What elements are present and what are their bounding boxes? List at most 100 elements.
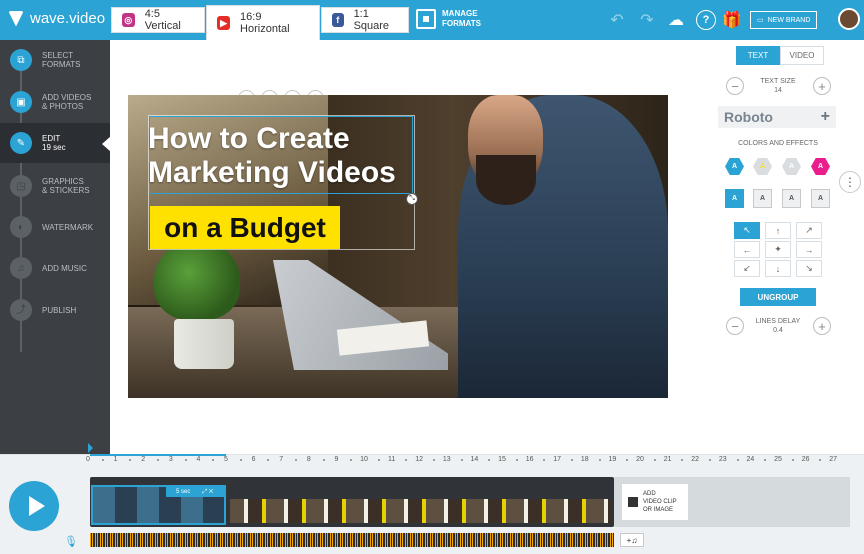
sidebar-item-add-videos[interactable]: ▣ ADD VIDEOS & PHOTOS: [0, 82, 110, 122]
ruler-tick-dot: [295, 459, 297, 461]
font-name: Roboto: [724, 109, 773, 125]
ruler-tick-dot: [212, 459, 215, 461]
microphone-icon[interactable]: 🎙: [64, 535, 78, 550]
sidebar-item-add-music[interactable]: ♫ ADD MUSIC: [0, 248, 110, 288]
video-subtitle-text[interactable]: on a Budget: [150, 206, 340, 249]
ruler-tick-label: 7: [279, 456, 284, 463]
direction-down[interactable]: ↓: [765, 260, 791, 277]
video-title-text[interactable]: How to Create Marketing Videos: [148, 122, 448, 190]
sidebar-item-publish[interactable]: ⤴ PUBLISH: [0, 290, 110, 330]
video-clip[interactable]: [230, 499, 612, 523]
ruler-tick-label: 22: [691, 456, 700, 463]
color-swatch-blue[interactable]: A: [725, 157, 744, 176]
add-font-icon[interactable]: +: [821, 108, 830, 126]
lines-delay-increase-button[interactable]: +: [813, 317, 831, 335]
logo-icon: [8, 10, 24, 27]
app-logo[interactable]: wave.video: [8, 10, 105, 27]
effect-option-1[interactable]: A: [725, 189, 744, 208]
direction-up-right[interactable]: ↗: [796, 222, 822, 239]
more-options-icon[interactable]: ⋮: [839, 171, 861, 193]
sidebar-item-sublabel: FORMATS: [42, 60, 81, 69]
color-swatch-pink[interactable]: A: [811, 157, 830, 176]
ruler-tick-dot: [764, 459, 767, 461]
cloud-saved-icon[interactable]: ☁: [666, 10, 686, 30]
text-size-increase-button[interactable]: +: [813, 77, 831, 95]
sidebar-item-watermark[interactable]: ◐ WATERMARK: [0, 207, 110, 247]
direction-center[interactable]: ✦: [765, 241, 791, 258]
ruler-tick-label: 13: [442, 456, 451, 463]
ruler-tick-label: 19: [608, 456, 617, 463]
format-tab-vertical[interactable]: ◎ 4:5 Vertical: [111, 7, 205, 33]
manage-formats-line2: FORMATS: [442, 19, 481, 28]
audio-waveform-track[interactable]: [90, 533, 614, 547]
font-selector[interactable]: Roboto +: [718, 106, 836, 128]
stickers-icon: ◳: [10, 175, 32, 197]
color-swatch-light[interactable]: A: [782, 157, 801, 176]
ruler-tick-label: 27: [829, 456, 838, 463]
effect-option-2[interactable]: A: [753, 189, 772, 208]
effect-option-4[interactable]: A: [811, 189, 830, 208]
ruler-tick-dot: [101, 459, 104, 461]
direction-down-left[interactable]: ↙: [734, 260, 760, 277]
playhead-marker-icon[interactable]: [88, 443, 93, 453]
direction-right[interactable]: →: [796, 241, 822, 258]
sidebar-item-label: EDIT: [42, 134, 61, 143]
sidebar-item-label: SELECT: [42, 51, 74, 60]
new-brand-label: NEW BRAND: [767, 16, 811, 24]
clip-actions-icon[interactable]: ⤢ ✕: [202, 489, 213, 496]
play-button[interactable]: [9, 481, 59, 531]
ruler-tick-label: 21: [663, 456, 672, 463]
undo-icon[interactable]: ↶: [607, 10, 627, 30]
manage-formats-button[interactable]: MANAGE FORMATS: [416, 9, 481, 29]
tab-video[interactable]: VIDEO: [780, 46, 824, 65]
help-icon[interactable]: ?: [696, 10, 716, 30]
sidebar-item-edit[interactable]: ✎ EDIT 19 sec: [0, 123, 110, 163]
media-icon: ▣: [10, 91, 32, 113]
sidebar-item-label: GRAPHICS: [42, 177, 84, 186]
direction-up-left[interactable]: ↖: [734, 222, 760, 239]
active-step-pointer: [102, 136, 111, 152]
sidebar-item-graphics[interactable]: ◳ GRAPHICS & STICKERS: [0, 166, 110, 206]
ruler-tick-label: 4: [196, 456, 201, 463]
ruler-tick-label: 0: [86, 456, 90, 463]
sidebar-item-label: PUBLISH: [42, 305, 77, 315]
format-tab-label: 16:9 Horizontal: [240, 11, 290, 35]
ruler-tick-label: 5: [224, 456, 228, 463]
logo-text: wave.video: [30, 10, 106, 27]
ruler-tick-label: 1: [113, 456, 118, 463]
avatar[interactable]: [838, 8, 860, 30]
ruler-tick-label: 12: [415, 456, 424, 463]
add-clip-line2: VIDEO CLIP: [643, 499, 677, 505]
ruler-tick-dot: [819, 459, 822, 461]
gift-icon[interactable]: 🎁: [722, 10, 742, 30]
sidebar-item-sublabel: & STICKERS: [42, 186, 90, 195]
instagram-icon: ◎: [122, 13, 135, 27]
clip-duration-badge: 5 sec ⤢ ✕: [166, 487, 224, 497]
ruler-tick-label: 17: [553, 456, 562, 463]
add-video-clip-button[interactable]: ADD VIDEO CLIP OR IMAGE: [622, 484, 688, 520]
sidebar-item-select-formats[interactable]: ⧉ SELECT FORMATS: [0, 40, 110, 80]
ruler-tick-dot: [736, 459, 739, 461]
format-tab-square[interactable]: f 1:1 Square: [321, 7, 409, 33]
effect-option-3[interactable]: A: [782, 189, 801, 208]
direction-left[interactable]: ←: [734, 241, 760, 258]
direction-down-right[interactable]: ↘: [796, 260, 822, 277]
ruler-tick-label: 24: [746, 456, 755, 463]
new-brand-button[interactable]: ▭ NEW BRAND: [750, 11, 818, 29]
tab-text[interactable]: TEXT: [736, 46, 780, 65]
sidebar-item-sublabel: 19 sec: [42, 143, 66, 152]
clip-duration: 5 sec: [176, 489, 191, 495]
direction-up[interactable]: ↑: [765, 222, 791, 239]
format-tab-horizontal[interactable]: ▶ 16:9 Horizontal: [206, 5, 320, 40]
resize-handle-icon[interactable]: ⤡: [406, 193, 418, 205]
color-swatch-yellow-text[interactable]: A: [753, 157, 772, 176]
ruler-tick-label: 10: [360, 456, 368, 463]
ruler-tick-label: 6: [251, 456, 256, 463]
add-music-icon[interactable]: +♫: [620, 533, 644, 547]
redo-icon[interactable]: ↷: [637, 10, 657, 30]
title-line-1: How to Create: [148, 122, 350, 155]
ruler-tick-label: 26: [801, 456, 810, 463]
manage-formats-line1: MANAGE: [442, 9, 478, 18]
ungroup-button[interactable]: UNGROUP: [740, 288, 816, 306]
time-ruler[interactable]: 0 1 2 3 4 5 6 7 8 9 10 11 12 13 14 15 16 17 18 19 20 21 22 23 24…: [0, 455, 864, 467]
